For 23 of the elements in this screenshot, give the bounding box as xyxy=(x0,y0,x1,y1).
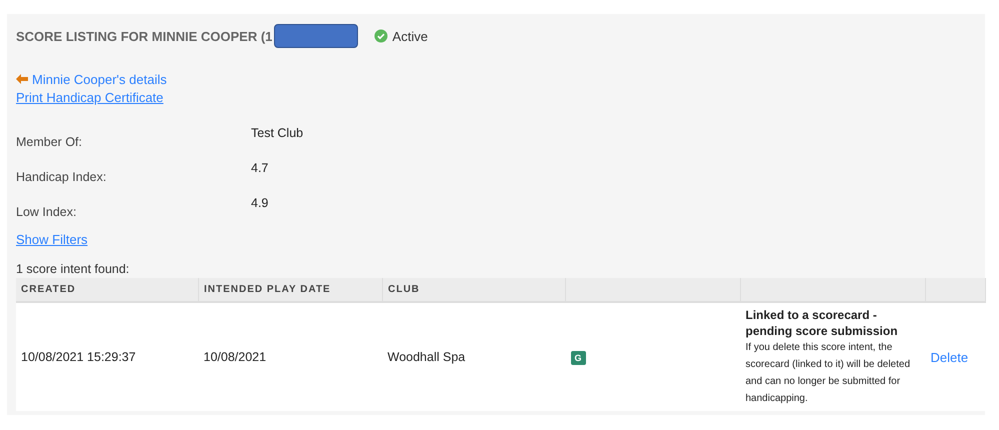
table-cell: Woodhall Spa xyxy=(382,302,566,411)
column-header: INTENDED PLAY DATE xyxy=(198,278,382,302)
detail-label: Member Of: xyxy=(16,134,83,151)
g-badge: G xyxy=(570,350,586,364)
page-title: SCORE LISTING FOR MINNIE COOPER (1 xyxy=(16,28,272,44)
status-label: Active xyxy=(392,28,428,44)
left-arrow-icon xyxy=(16,74,28,84)
column-header: CLUB xyxy=(382,278,566,302)
show-filters-link[interactable]: Show Filters xyxy=(16,232,88,247)
detail-label: Handicap Index: xyxy=(16,169,108,186)
detail-value: 4.9 xyxy=(251,196,268,212)
detail-value: Test Club xyxy=(251,126,304,142)
detail-label: Low Index: xyxy=(16,204,78,221)
detail-value: 4.7 xyxy=(251,161,268,177)
result-count: 1 score intent found: xyxy=(16,262,130,276)
column-header: CREATED xyxy=(16,278,198,302)
details-link[interactable]: Minnie Cooper's details xyxy=(32,72,167,86)
table-cell: 10/08/2021 15:29:37 xyxy=(16,302,198,411)
delete-link[interactable]: Delete xyxy=(930,350,968,364)
status-description: If you delete this score intent, the scorecard (linked to it) will be deleted and can no longer be submitted for handicapping. xyxy=(746,341,912,406)
status-title: Linked to a scorecard - pending score submission xyxy=(746,307,899,339)
certificate-link[interactable]: Print Handicap Certificate xyxy=(16,90,164,104)
table-cell: 10/08/2021 xyxy=(198,302,382,411)
